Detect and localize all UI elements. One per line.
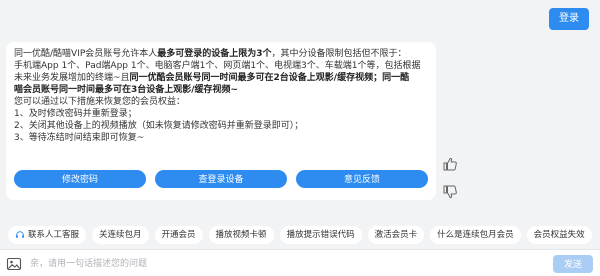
quick-reply-chip[interactable]: 关连续包月	[92, 226, 149, 244]
image-upload-icon[interactable]	[6, 256, 22, 272]
chat-window: 登录 同一优酷/酷喵VIP会员账号允许本人最多可登录的设备上限为3个，其中分设备…	[0, 0, 600, 276]
quick-reply-chip[interactable]: 播放视频卡顿	[208, 226, 274, 244]
message-rating	[442, 156, 462, 212]
bot-message-card: 同一优酷/酷喵VIP会员账号允许本人最多可登录的设备上限为3个，其中分设备限制包…	[6, 42, 436, 200]
message-line: 您可以通过以下措施来恢复您的会员权益：	[14, 97, 186, 107]
login-button[interactable]: 登录	[549, 8, 589, 30]
composer: 发送	[0, 249, 600, 276]
message-line: 喵会员账号同一时间最多可在3台设备上观影/缓存视频~	[14, 85, 239, 95]
quick-reply-chip[interactable]: 会员权益失效	[526, 226, 592, 244]
change-password-button[interactable]: 修改密码	[14, 170, 146, 188]
feedback-button[interactable]: 意见反馈	[296, 170, 428, 188]
thumbs-up-icon[interactable]	[442, 156, 458, 172]
message-input[interactable]	[30, 254, 510, 273]
quick-reply-bar: 联系人工客服 关连续包月 开通会员 播放视频卡顿 播放提示错误代码 激活会员卡 …	[0, 224, 600, 246]
quick-reply-chip[interactable]: 播放提示错误代码	[279, 226, 362, 244]
check-login-devices-button[interactable]: 查登录设备	[155, 170, 287, 188]
message-line: 1、及时修改密码并重新登录；	[14, 109, 137, 119]
quick-reply-chip[interactable]: 什么是连续包月会员	[430, 226, 521, 244]
message-line: 同一优酷/酷喵VIP会员账号允许本人最多可登录的设备上限为3个，其中分设备限制包…	[14, 49, 407, 59]
quick-reply-chip[interactable]: 开通会员	[154, 226, 203, 244]
thumbs-down-icon[interactable]	[442, 184, 458, 200]
quick-reply-human-agent[interactable]: 联系人工客服	[8, 226, 87, 244]
quick-reply-chip[interactable]: 激活会员卡	[367, 226, 425, 244]
message-actions: 修改密码 查登录设备 意见反馈	[14, 170, 428, 192]
message-line: 3、等待冻结时间结束即可恢复~	[14, 133, 145, 143]
message-line: 手机端App 1个、Pad端App 1个、电脑客户端1个、网页端1个、电视端3个…	[14, 61, 421, 71]
send-button[interactable]: 发送	[553, 255, 593, 273]
message-line: 2、关闭其他设备上的视频播放（如未恢复请修改密码并重新登录即可）；	[14, 121, 304, 131]
message-line: 未来业务发展增加的终端~且同一优酷会员账号同一时间最多可在2台设备上观影/缓存视…	[14, 73, 410, 83]
headset-icon	[16, 231, 24, 238]
